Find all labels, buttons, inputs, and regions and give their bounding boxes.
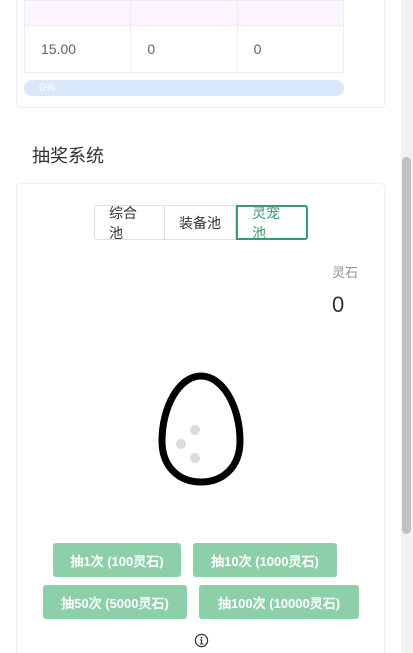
table-cell: 0	[130, 25, 238, 73]
draw-100-button[interactable]: 抽100次 (10000灵石)	[199, 585, 359, 619]
table-header-row	[23, 0, 345, 26]
tab-equipment-pool[interactable]: 装备池	[165, 205, 236, 240]
progress-text: 0%	[39, 82, 55, 94]
draw-10-button[interactable]: 抽10次 (1000灵石)	[193, 543, 337, 577]
pool-tabs: 综合池 装备池 灵宠池	[94, 205, 308, 241]
egg-icon	[158, 372, 244, 486]
draw-50-button[interactable]: 抽50次 (5000灵石)	[43, 585, 187, 619]
tab-pet-pool[interactable]: 灵宠池	[236, 205, 308, 241]
table-header-cell	[23, 0, 132, 26]
scrollbar-thumb[interactable]	[402, 157, 411, 534]
spirit-stone-value: 0	[332, 292, 345, 317]
tab-general-pool[interactable]: 综合池	[94, 205, 165, 241]
section-title: 抽奖系统	[32, 146, 104, 166]
table-header-cell	[236, 0, 345, 26]
info-circle-icon[interactable]	[194, 633, 209, 648]
table-cell: 15.00	[23, 25, 132, 73]
table-cell: 0	[236, 25, 345, 73]
table-row: 15.00 0 0	[23, 25, 345, 73]
table-header-cell	[130, 0, 238, 26]
stats-table: 15.00 0 0	[23, 0, 345, 73]
draw-1-button[interactable]: 抽1次 (100灵石)	[53, 543, 181, 577]
spirit-stone-label: 灵石	[332, 265, 359, 280]
page-viewport: 15.00 0 0 0% 抽奖系统 综合池 装备池 灵宠池 灵石 0 抽1次 (…	[0, 0, 401, 653]
progress-bar: 0%	[24, 80, 344, 96]
